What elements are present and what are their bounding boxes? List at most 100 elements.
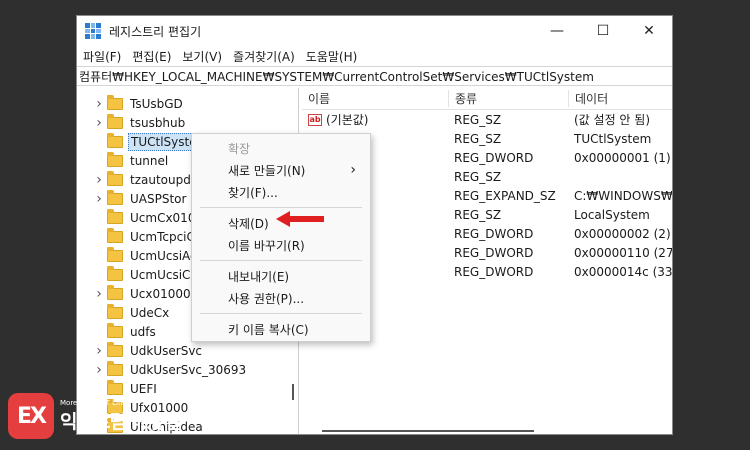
tree-item[interactable]: › tsusbhub [91,113,187,132]
chevron-right-icon[interactable]: › [91,362,107,378]
tree-item-label: udfs [130,324,156,339]
address-bar[interactable]: 컴퓨터₩HKEY_LOCAL_MACHINE₩SYSTEM₩CurrentCon… [77,66,672,86]
context-menu-item: 확장 [192,137,370,159]
chevron-right-icon[interactable]: › [91,96,107,112]
window-title: 레지스트리 편집기 [109,24,202,39]
folder-icon [107,322,123,338]
tree-item[interactable]: tunnel [91,151,170,170]
context-menu-item-label: 삭제(D) [228,216,269,231]
value-type: REG_SZ [454,169,502,184]
value-data: 0x00000001 (1) [574,150,671,165]
submenu-chevron-icon: › [350,162,356,178]
tree-item[interactable]: udfs [91,322,158,341]
red-pointer-arrow-icon [276,211,324,227]
chevron-right-icon[interactable]: › [91,172,107,188]
tree-item[interactable]: › UdkUserSvc [91,341,204,360]
column-name-header[interactable]: 이름 [302,90,448,107]
value-data: C:₩WINDOWS₩S [574,188,672,203]
folder-icon [107,113,123,129]
folder-icon [107,303,123,319]
value-type: REG_EXPAND_SZ [454,188,556,203]
tree-item[interactable]: UcmUcsiCx0 [91,265,207,284]
context-menu-item[interactable]: 새로 만들기(N) › [192,159,370,181]
logo-badge-icon: EX [8,393,54,439]
menu-view[interactable]: 보기(V) [182,48,222,65]
folder-icon [107,284,123,300]
tree-item-label: TsUsbGD [130,96,183,111]
folder-icon [107,132,123,148]
column-data-header[interactable]: 데이터 [568,90,672,107]
folder-icon [107,227,123,243]
context-menu-item-label: 이름 바꾸기(R) [228,238,305,253]
value-type: REG_DWORD [454,150,534,165]
folder-icon [107,189,123,205]
context-menu-item-label: 키 이름 복사(C) [228,322,309,337]
string-value-icon: ab [308,113,322,126]
value-data: TUCtlSystem [574,131,652,146]
registry-editor-icon [85,23,101,39]
folder-icon [107,151,123,167]
horizontal-scrollbar-thumb[interactable] [322,430,534,432]
tree-item[interactable]: UdeCx [91,303,171,322]
tree-item-label: UdkUserSvc_30693 [130,362,247,377]
tree-item-label: Ucx01000 [130,286,191,301]
menu-separator [200,207,362,208]
list-header: 이름 종류 데이터 [302,88,672,110]
folder-icon [107,170,123,186]
maximize-button[interactable]: ☐ [580,16,626,46]
context-menu-item[interactable]: 키 이름 복사(C) [192,318,370,340]
chevron-right-icon[interactable]: › [91,191,107,207]
context-menu-item-label: 찾기(F)... [228,185,278,200]
chevron-right-icon[interactable]: › [91,343,107,359]
value-type: REG_SZ [454,112,502,127]
tree-item[interactable]: UcmCx0101 [91,208,205,227]
registry-editor-window: 레지스트리 편집기 — ☐ ✕ 파일(F) 편집(E) 보기(V) 즐겨찾기(A… [76,15,673,435]
value-type: REG_DWORD [454,245,534,260]
value-row[interactable]: ab (기본값) REG_SZ (값 설정 안 됨) [302,110,672,129]
context-menu-item-label: 사용 권한(P)... [228,291,305,306]
menu-separator [200,260,362,261]
context-menu-item[interactable]: 이름 바꾸기(R) [192,234,370,256]
tree-item[interactable]: › TsUsbGD [91,94,185,113]
tree-item-label: UASPStor [130,191,187,206]
tree-item-label: UdeCx [130,305,170,320]
value-type: REG_SZ [454,131,502,146]
value-type: REG_DWORD [454,226,534,241]
context-menu-item[interactable]: 찾기(F)... [192,181,370,203]
context-menu-item[interactable]: 내보내기(E) [192,265,370,287]
context-menu-item-label: 새로 만들기(N) [228,163,306,178]
menu-help[interactable]: 도움말(H) [306,48,358,65]
value-data: 0x00000110 (272 [574,245,672,260]
close-button[interactable]: ✕ [626,16,672,46]
menu-edit[interactable]: 편집(E) [132,48,171,65]
folder-icon [107,94,123,110]
value-name: (기본값) [326,113,369,127]
title-bar[interactable]: 레지스트리 편집기 — ☐ ✕ [77,16,672,46]
tree-item[interactable]: › Ucx01000 [91,284,193,303]
tree-item[interactable]: › UdkUserSvc_30693 [91,360,248,379]
value-type: REG_SZ [454,207,502,222]
minimize-button[interactable]: — [534,16,580,46]
folder-icon [107,246,123,262]
chevron-right-icon[interactable]: › [91,286,107,302]
tree-item[interactable]: UcmUcsiAcp [91,246,206,265]
menu-favorites[interactable]: 즐겨찾기(A) [233,48,295,65]
value-data: 0x0000014c (332 [574,264,672,279]
folder-icon [107,208,123,224]
tree-item-label: UdkUserSvc [130,343,203,358]
tree-scrollbar-thumb[interactable] [292,384,294,400]
context-menu-item-label: 내보내기(E) [228,269,290,284]
menu-separator [200,313,362,314]
tree-item[interactable]: UcmTcpciCx [91,227,204,246]
context-menu-item[interactable]: 사용 권한(P)... [192,287,370,309]
menu-file[interactable]: 파일(F) [83,48,121,65]
tree-item-label: tunnel [130,153,169,168]
menu-bar: 파일(F) 편집(E) 보기(V) 즐겨찾기(A) 도움말(H) [77,46,672,66]
site-logo: EX More Better IT Life 익스트림 매뉴얼 [8,393,182,439]
tree-item[interactable]: › UASPStor [91,189,188,208]
chevron-right-icon[interactable]: › [91,115,107,131]
tree-item-label: tsusbhub [130,115,186,130]
logo-name: 익스트림 매뉴얼 [60,410,182,433]
logo-tagline: More Better IT Life [60,398,125,407]
column-type-header[interactable]: 종류 [448,90,568,107]
